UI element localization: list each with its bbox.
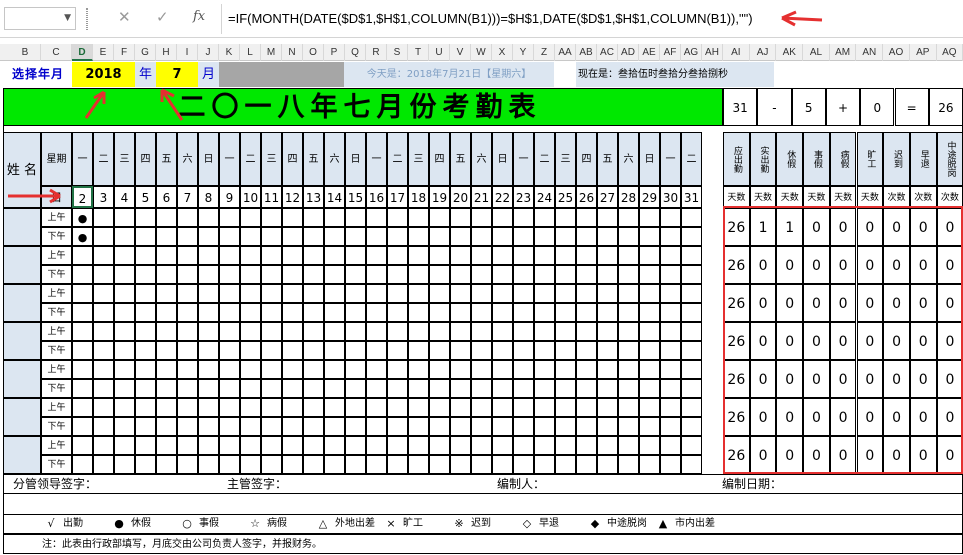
annotation-arrows xyxy=(8,10,823,204)
date-arrow-icon xyxy=(8,188,61,204)
formula-arrow-icon xyxy=(781,10,823,27)
year-arrow-icon xyxy=(84,90,106,119)
month-arrow-icon xyxy=(160,88,184,121)
spreadsheet-window: ▼ ✕ ✓ fx =IF(MONTH(DATE($D$1,$H$1,COLUMN… xyxy=(0,0,963,555)
